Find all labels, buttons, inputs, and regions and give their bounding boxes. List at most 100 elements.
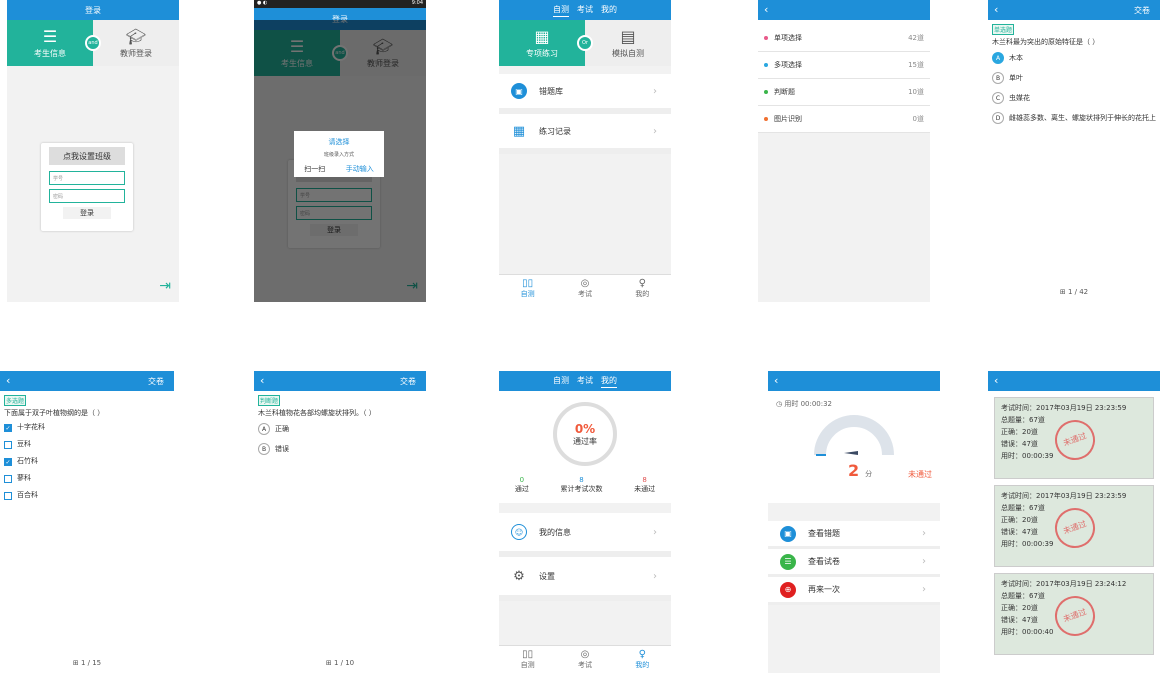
- checkbox-checked: ✓: [4, 457, 12, 466]
- option-5[interactable]: 百合科: [4, 491, 170, 500]
- option-3[interactable]: ✓ 石竹科: [4, 457, 170, 466]
- category-true-false[interactable]: 判断题 10道: [758, 79, 930, 106]
- submit-button[interactable]: 交卷: [1134, 5, 1150, 16]
- retry-row[interactable]: ⊕ 再来一次 ›: [768, 577, 940, 605]
- screen-true-false: ‹ 交卷 判断题 木兰科植物花各部均螺旋状排列。（ ） A 正确 B 错误 ⊞ 1 /…: [254, 371, 426, 673]
- back-icon[interactable]: ‹: [260, 375, 270, 387]
- tab-mock-test[interactable]: ▤ 模拟自测: [585, 20, 671, 66]
- checkbox: [4, 440, 12, 449]
- nav-self-test[interactable]: ▯▯ 自测: [521, 649, 535, 670]
- view-wrong-row[interactable]: ▣ 查看错题 ›: [768, 521, 940, 549]
- password-input[interactable]: 密码: [49, 189, 125, 203]
- tab-student-info[interactable]: ☰考生信息: [7, 20, 93, 66]
- option-2[interactable]: 豆科: [4, 440, 170, 449]
- category-single-choice[interactable]: 单项选择 42道: [758, 25, 930, 52]
- nav-exam[interactable]: ◎ 考试: [578, 278, 592, 299]
- option-1[interactable]: ✓ 十字花科: [4, 423, 170, 432]
- chevron-right-icon: ›: [653, 570, 657, 582]
- option-a[interactable]: A 木本: [992, 52, 1156, 64]
- page-indicator[interactable]: ⊞ 1 / 15: [0, 659, 174, 667]
- dialog-title: 请选择: [328, 138, 350, 146]
- title-bar: ‹: [768, 371, 940, 391]
- role-switch: ☰考生信息 and 🎓︎教师登录: [7, 20, 179, 66]
- exam-stats: 0 通过 8 累计考试次数 8 未通过: [499, 476, 671, 494]
- person-icon: ♀: [638, 649, 646, 660]
- question-type-tag: 多选题: [4, 395, 27, 406]
- page-title: 登录: [85, 5, 101, 15]
- practice-record-row[interactable]: ▦ 练习记录 ›: [499, 114, 671, 154]
- nav-self-test[interactable]: ▯▯ 自测: [521, 278, 535, 299]
- view-paper-row[interactable]: ☰ 查看试卷 ›: [768, 549, 940, 577]
- scan-button[interactable]: 扫一扫: [304, 164, 325, 174]
- exam-record[interactable]: 考试时间：2017年03月19日 23:23:59 总题量：67道 正确：20道 错误…: [994, 397, 1154, 479]
- tab-exam[interactable]: 考试: [577, 4, 593, 16]
- tab-self-test[interactable]: 自测: [553, 4, 569, 17]
- category-multiple-choice[interactable]: 多项选择 15道: [758, 52, 930, 79]
- screen-exam-history: ‹ 考试时间：2017年03月19日 23:23:59 总题量：67道 正确：20道…: [988, 371, 1160, 673]
- tab-mine[interactable]: 我的: [601, 375, 617, 388]
- chevron-right-icon: ›: [653, 526, 657, 538]
- option-false[interactable]: B 错误: [258, 443, 422, 455]
- set-class-button[interactable]: 点我设置班级: [49, 147, 125, 165]
- title-bar: ‹: [988, 371, 1160, 391]
- title-bar: ‹ 交卷: [988, 0, 1160, 20]
- status-time: 9:04: [411, 0, 423, 6]
- score-panel: ◷ 用时 00:00:32 2分 未通过: [768, 391, 940, 503]
- submit-button[interactable]: 交卷: [400, 376, 416, 387]
- user-circle-icon: ☺: [511, 524, 527, 540]
- chevron-right-icon: ›: [922, 556, 926, 567]
- student-id-input[interactable]: 学号: [49, 171, 125, 185]
- screen-login: 登录 ☰ 考生信息 and 🎓︎ 教师登录 点我设置班级 学号 密码 登录 ⇥: [7, 0, 179, 302]
- grid-icon: ⊞: [325, 659, 334, 667]
- list-icon: ☰: [780, 553, 796, 570]
- option-d[interactable]: D 雌雄蕊多数、离生、螺旋状排列于伸长的花托上: [992, 112, 1156, 124]
- exam-record[interactable]: 考试时间：2017年03月19日 23:24:12 总题量：67道 正确：20道 错误…: [994, 573, 1154, 655]
- question-text: 下面属于双子叶植物纲的是（ ）: [4, 409, 105, 417]
- my-info-row[interactable]: ☺ 我的信息 ›: [499, 513, 671, 557]
- tab-teacher-login[interactable]: 🎓︎教师登录: [93, 20, 179, 66]
- book-open-icon: ▯▯: [522, 278, 534, 289]
- page-indicator[interactable]: ⊞ 1 / 42: [988, 288, 1160, 296]
- bottom-nav: ▯▯ 自测 ◎ 考试 ♀ 我的: [499, 645, 671, 673]
- checkbox: [4, 491, 12, 500]
- input-method-dialog: 请选择 班级录入方式 扫一扫 手动输入: [294, 131, 384, 177]
- grid-icon: ▦: [534, 26, 550, 46]
- login-button[interactable]: 登录: [63, 207, 111, 219]
- back-icon[interactable]: ‹: [6, 375, 16, 387]
- category-image-recognition[interactable]: 图片识别 0道: [758, 106, 930, 133]
- tab-exam[interactable]: 考试: [577, 375, 593, 387]
- bottom-nav: ▯▯ 自测 ◎ 考试 ♀ 我的: [499, 274, 671, 302]
- category-dot: [764, 90, 768, 94]
- tab-mine[interactable]: 我的: [601, 4, 617, 16]
- settings-row[interactable]: ⚙ 设置 ›: [499, 557, 671, 601]
- exam-record[interactable]: 考试时间：2017年03月19日 23:23:59 总题量：67道 正确：20道 错误…: [994, 485, 1154, 567]
- submit-button[interactable]: 交卷: [148, 376, 164, 387]
- book-open-icon: ▯▯: [522, 649, 534, 660]
- page-indicator[interactable]: ⊞ 1 / 10: [254, 659, 426, 667]
- category-dot: [764, 36, 768, 40]
- pass-rate-ring: 0% 通过率: [553, 402, 617, 466]
- option-c[interactable]: C 虫媒花: [992, 92, 1156, 104]
- option-4[interactable]: 蓼科: [4, 474, 170, 483]
- tab-special-practice[interactable]: ▦ 专项练习: [499, 20, 585, 66]
- graduation-cap-icon: 🎓︎: [125, 26, 147, 46]
- exit-icon[interactable]: ⇥: [159, 278, 171, 294]
- pen-circle-icon: ◎: [580, 649, 590, 660]
- document-icon: ▤: [620, 26, 636, 46]
- back-icon[interactable]: ‹: [994, 375, 1004, 387]
- nav-mine[interactable]: ♀ 我的: [635, 649, 649, 670]
- title-bar: ‹: [758, 0, 930, 20]
- back-icon[interactable]: ‹: [994, 4, 1004, 16]
- tab-self-test[interactable]: 自测: [553, 375, 569, 387]
- option-b[interactable]: B 单叶: [992, 72, 1156, 84]
- score-value: 2: [848, 461, 860, 480]
- back-icon[interactable]: ‹: [774, 375, 784, 387]
- stat-passed: 0 通过: [514, 476, 529, 493]
- nav-mine[interactable]: ♀ 我的: [635, 278, 649, 299]
- login-card: 点我设置班级 学号 密码 登录: [41, 143, 133, 231]
- nav-exam[interactable]: ◎ 考试: [578, 649, 592, 670]
- back-icon[interactable]: ‹: [764, 4, 774, 16]
- option-true[interactable]: A 正确: [258, 423, 422, 435]
- manual-input-button[interactable]: 手动输入: [346, 164, 374, 174]
- wrong-questions-row[interactable]: ▣ 错题库 ›: [499, 74, 671, 114]
